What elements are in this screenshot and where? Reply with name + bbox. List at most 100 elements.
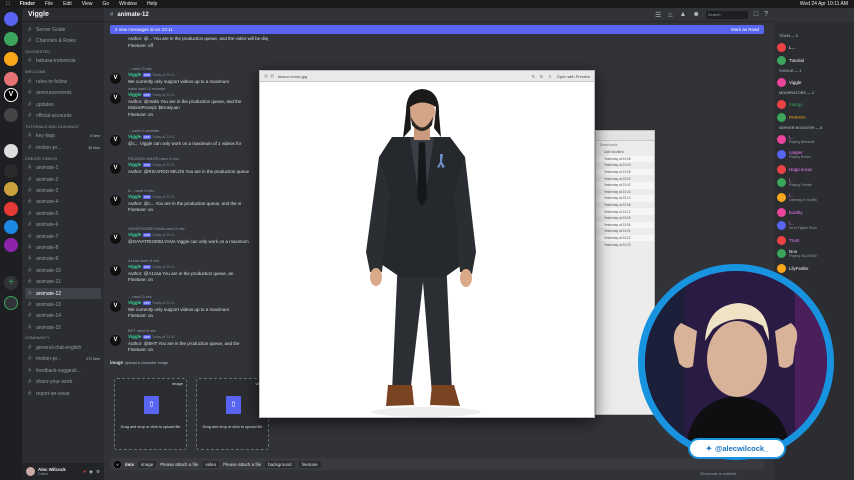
member-item[interactable]: l... Playing Fortnite	[777, 178, 812, 187]
author-name[interactable]: Viggle	[128, 134, 141, 139]
channel-category[interactable]: SUGGESTED	[22, 47, 104, 56]
channel-item[interactable]: # Channels & Roles	[22, 35, 104, 46]
avatar[interactable]: V	[110, 233, 121, 244]
author-name[interactable]: Viggle	[128, 162, 141, 167]
author-name[interactable]: Viggle	[128, 300, 141, 305]
option-background[interactable]: background	[265, 460, 295, 468]
avatar[interactable]	[26, 467, 35, 476]
clock[interactable]: Wed 24 Apr 10:11 AM	[800, 1, 848, 7]
member-item[interactable]: Noo Playing VALORANT	[777, 249, 818, 258]
channel-item[interactable]: # animate-2	[22, 174, 104, 185]
channel-item[interactable]: # motion-pr... 472 New	[22, 354, 104, 365]
finder-row[interactable]: Yesterday at 23:02	[596, 175, 654, 182]
server-icon[interactable]	[4, 202, 18, 216]
member-item[interactable]: boothy	[777, 208, 803, 217]
server-icon[interactable]	[4, 164, 18, 178]
finder-row[interactable]: Yesterday at 23:12	[596, 208, 654, 215]
finder-row[interactable]: Yesterday at 23:10	[596, 195, 654, 202]
server-icon[interactable]	[4, 108, 18, 122]
avatar[interactable]: V	[110, 265, 121, 276]
channel-item[interactable]: # animate-14	[22, 311, 104, 322]
channel-item[interactable]: # animate-1	[22, 163, 104, 174]
help-icon[interactable]: ?	[764, 11, 768, 18]
discover-icon[interactable]	[4, 296, 18, 310]
channel-item[interactable]: # feedback-suggesti...	[22, 365, 104, 376]
channel-item[interactable]: # key-faqs 6 New	[22, 131, 104, 142]
server-icon[interactable]	[4, 52, 18, 66]
channel-item[interactable]: # report-an-issue	[22, 388, 104, 399]
avatar[interactable]: V	[110, 93, 121, 104]
menu-view[interactable]: View	[82, 1, 93, 7]
channel-item[interactable]: # Server Guide	[22, 24, 104, 35]
discord-home-icon[interactable]	[4, 12, 18, 26]
menu-edit[interactable]: Edit	[63, 1, 72, 7]
channel-item[interactable]: # animate-9	[22, 254, 104, 265]
avatar[interactable]: V	[110, 135, 121, 146]
channel-item[interactable]: # rules-to-follow	[22, 76, 104, 87]
finder-row[interactable]: Yesterday at 23:08	[596, 155, 654, 163]
member-item[interactable]: Hüpp kocar	[777, 165, 812, 174]
menu-help[interactable]: Help	[147, 1, 157, 7]
open-with-preview-button[interactable]: Open with Preview	[557, 74, 590, 79]
member-item[interactable]: l... Listening to Spotify	[777, 193, 817, 202]
member-item[interactable]: PAPAYA	[777, 113, 806, 122]
channel-item[interactable]: # animate-7	[22, 231, 104, 242]
finder-row[interactable]: Yesterday at 23:09	[596, 215, 654, 222]
markup-icon[interactable]: ✎	[532, 74, 535, 79]
server-icon[interactable]	[4, 238, 18, 252]
headphones-icon[interactable]: ◉	[89, 469, 93, 475]
member-item[interactable]: mango	[777, 100, 803, 109]
finder-row[interactable]: Yesterday at 23:01	[596, 228, 654, 235]
add-server-icon[interactable]: +	[4, 276, 18, 290]
avatar[interactable]: V	[110, 163, 121, 174]
quicklook-window[interactable]: keanu remov.jpg ✎ ↻ ⇧ Open with Preview	[259, 70, 595, 418]
server-icon[interactable]	[4, 220, 18, 234]
channel-item[interactable]: # official-accounts	[22, 110, 104, 121]
channel-item[interactable]: # share-your-work	[22, 377, 104, 388]
channel-item[interactable]: # updates	[22, 99, 104, 110]
channel-item[interactable]: # animate-15	[22, 322, 104, 333]
finder-row[interactable]: Yesterday at 23:08	[596, 202, 654, 209]
member-item[interactable]: casper Playing Roblox	[777, 150, 811, 159]
finder-row[interactable]: Yesterday at 23:03	[596, 162, 654, 169]
finder-row[interactable]: Yesterday at 23:06	[596, 168, 654, 176]
author-name[interactable]: Viggle	[128, 194, 141, 199]
pin-icon[interactable]: ▲	[680, 11, 687, 18]
finder-row[interactable]: Yesterday at 23:29	[596, 241, 654, 248]
member-item[interactable]: L...	[777, 43, 795, 52]
new-messages-bar[interactable]: 2 new messages since 23:11 Mark as Read	[110, 25, 764, 34]
settings-gear-icon[interactable]: ⚙	[96, 469, 100, 475]
channel-item[interactable]: # animate-8	[22, 242, 104, 253]
threads-icon[interactable]: ☰	[655, 11, 661, 19]
mic-icon[interactable]: ●	[83, 469, 86, 474]
server-icon[interactable]	[4, 182, 18, 196]
member-item[interactable]: Tutorial	[777, 56, 804, 65]
menu-app[interactable]: Finder	[20, 1, 35, 7]
server-name[interactable]: Viggle	[22, 8, 104, 22]
search-input[interactable]: Search	[705, 10, 748, 19]
channel-item[interactable]: # animate-6	[22, 219, 104, 230]
finder-row[interactable]: Date Modified	[596, 149, 654, 156]
author-name[interactable]: Viggle	[128, 232, 141, 237]
channel-item[interactable]: # general-chat-english	[22, 342, 104, 353]
member-item[interactable]: LilyFedler	[777, 264, 809, 273]
expand-dot-icon[interactable]	[270, 74, 274, 78]
server-icon-viggle[interactable]: V	[4, 88, 18, 102]
option-image[interactable]: image	[138, 460, 157, 468]
author-name[interactable]: Viggle	[128, 334, 141, 339]
rotate-icon[interactable]: ↻	[540, 74, 543, 79]
members-icon[interactable]: ☻	[692, 11, 699, 18]
finder-row[interactable]: Yesterday at 23:06	[596, 221, 654, 229]
mark-as-read-button[interactable]: Mark as Read	[731, 27, 759, 32]
channel-category[interactable]: COMMUNITY	[22, 333, 104, 342]
option-video[interactable]: video	[202, 460, 220, 468]
bell-icon[interactable]: ♨	[667, 11, 673, 19]
channel-item[interactable]: # bahasa-indonesia	[22, 56, 104, 67]
menu-file[interactable]: File	[45, 1, 53, 7]
menu-window[interactable]: Window	[119, 1, 137, 7]
member-item[interactable]: l... HoYo Fighter Rush	[777, 221, 817, 230]
server-icon[interactable]	[4, 32, 18, 46]
author-name[interactable]: Viggle	[128, 72, 141, 77]
channel-category[interactable]: CREATE VIDEOS	[22, 154, 104, 163]
menu-go[interactable]: Go	[102, 1, 109, 7]
